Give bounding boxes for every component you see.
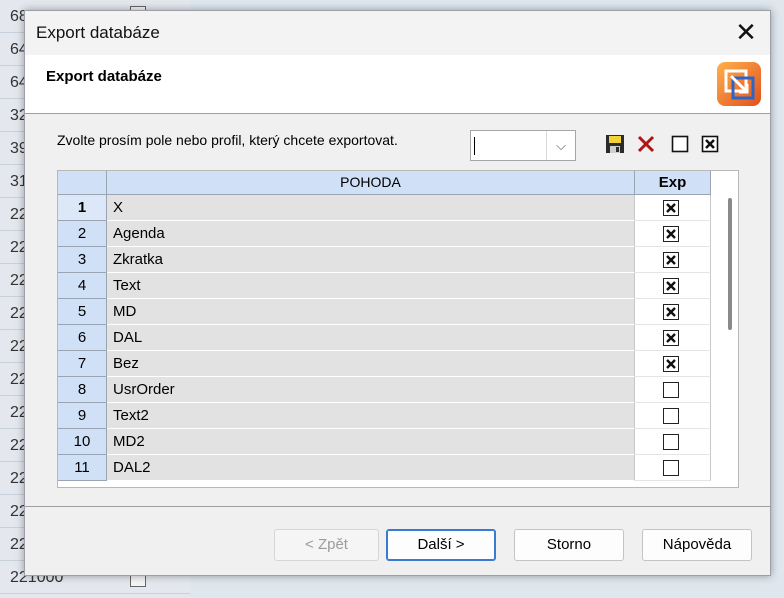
export-dialog: Export databáze ✕ Export databáze Zvolte…	[24, 10, 771, 576]
wizard-header: Export databáze	[25, 55, 770, 114]
export-checkbox-checked[interactable]	[663, 200, 679, 216]
chevron-down-icon[interactable]: ⌵	[546, 131, 575, 160]
field-name-cell[interactable]: UsrOrder	[107, 377, 635, 403]
grid-corner	[58, 171, 107, 195]
row-number[interactable]: 10	[58, 429, 107, 455]
export-checkbox-unchecked[interactable]	[663, 460, 679, 476]
export-cell	[635, 273, 711, 299]
export-cell	[635, 195, 711, 221]
export-checkbox-checked[interactable]	[663, 304, 679, 320]
row-number[interactable]: 1	[58, 195, 107, 221]
table-row[interactable]: 1X	[58, 195, 711, 221]
export-cell	[635, 325, 711, 351]
export-cell	[635, 403, 711, 429]
export-cell	[635, 299, 711, 325]
export-logo-icon	[717, 62, 761, 106]
field-name-cell[interactable]: MD	[107, 299, 635, 325]
export-checkbox-checked[interactable]	[663, 226, 679, 242]
row-number[interactable]: 8	[58, 377, 107, 403]
row-number[interactable]: 3	[58, 247, 107, 273]
export-cell	[635, 221, 711, 247]
field-name-cell[interactable]: Bez	[107, 351, 635, 377]
field-name-cell[interactable]: Text2	[107, 403, 635, 429]
row-number[interactable]: 5	[58, 299, 107, 325]
back-button[interactable]: < Zpět	[274, 529, 379, 561]
field-name-cell[interactable]: DAL2	[107, 455, 635, 481]
export-cell	[635, 377, 711, 403]
column-header-pohoda[interactable]: POHODA	[107, 171, 635, 195]
export-checkbox-checked[interactable]	[663, 252, 679, 268]
export-checkbox-checked[interactable]	[663, 330, 679, 346]
export-cell	[635, 429, 711, 455]
row-number[interactable]: 2	[58, 221, 107, 247]
row-number[interactable]: 6	[58, 325, 107, 351]
scrollbar-thumb[interactable]	[728, 198, 732, 330]
cancel-button[interactable]: Storno	[514, 529, 624, 561]
fields-grid: POHODA Exp 1 X 2 Agenda 3 Zkratka 4 Text 5 MD 6 DAL…	[57, 170, 739, 488]
export-checkbox-checked[interactable]	[663, 278, 679, 294]
field-name-cell[interactable]: Zkratka	[107, 247, 635, 273]
field-name-cell[interactable]: Text	[107, 273, 635, 299]
row-number[interactable]: 4	[58, 273, 107, 299]
vertical-scrollbar[interactable]	[719, 195, 738, 487]
instruction-text: Zvolte prosím pole nebo profil, který ch…	[57, 132, 398, 148]
export-cell	[635, 247, 711, 273]
field-name-cell[interactable]: X	[107, 195, 635, 221]
table-row[interactable]: 5 MD	[58, 299, 711, 325]
row-number[interactable]: 7	[58, 351, 107, 377]
table-row[interactable]: 2 Agenda	[58, 221, 711, 247]
table-row[interactable]: 8 UsrOrder	[58, 377, 711, 403]
field-name-cell[interactable]: DAL	[107, 325, 635, 351]
window-title: Export databáze	[36, 23, 160, 42]
title-bar: Export databáze ✕	[25, 11, 770, 55]
row-number[interactable]: 11	[58, 455, 107, 481]
next-button[interactable]: Další >	[386, 529, 496, 561]
table-row[interactable]: 4 Text	[58, 273, 711, 299]
column-header-exp[interactable]: Exp	[635, 171, 711, 195]
help-button[interactable]: Nápověda	[642, 529, 752, 561]
export-cell	[635, 351, 711, 377]
field-name-cell[interactable]: MD2	[107, 429, 635, 455]
footer-separator	[25, 506, 770, 507]
export-checkbox-unchecked[interactable]	[663, 382, 679, 398]
header-title: Export databáze	[46, 68, 162, 85]
field-name-cell[interactable]: Agenda	[107, 221, 635, 247]
uncheck-all-icon[interactable]	[670, 134, 690, 154]
text-caret	[474, 137, 475, 155]
check-all-icon[interactable]	[700, 134, 720, 154]
close-icon[interactable]: ✕	[728, 15, 764, 51]
export-checkbox-checked[interactable]	[663, 356, 679, 372]
table-row[interactable]: 6 DAL	[58, 325, 711, 351]
table-row[interactable]: 9 Text2	[58, 403, 711, 429]
delete-icon[interactable]	[636, 134, 656, 154]
row-number[interactable]: 9	[58, 403, 107, 429]
export-checkbox-unchecked[interactable]	[663, 434, 679, 450]
profile-combobox[interactable]: ⌵	[470, 130, 576, 161]
table-row[interactable]: 10 MD2	[58, 429, 711, 455]
table-row[interactable]: 11 DAL2	[58, 455, 711, 481]
save-icon[interactable]	[605, 134, 625, 154]
table-row[interactable]: 7 Bez	[58, 351, 711, 377]
export-checkbox-unchecked[interactable]	[663, 408, 679, 424]
table-row[interactable]: 3 Zkratka	[58, 247, 711, 273]
export-cell	[635, 455, 711, 481]
